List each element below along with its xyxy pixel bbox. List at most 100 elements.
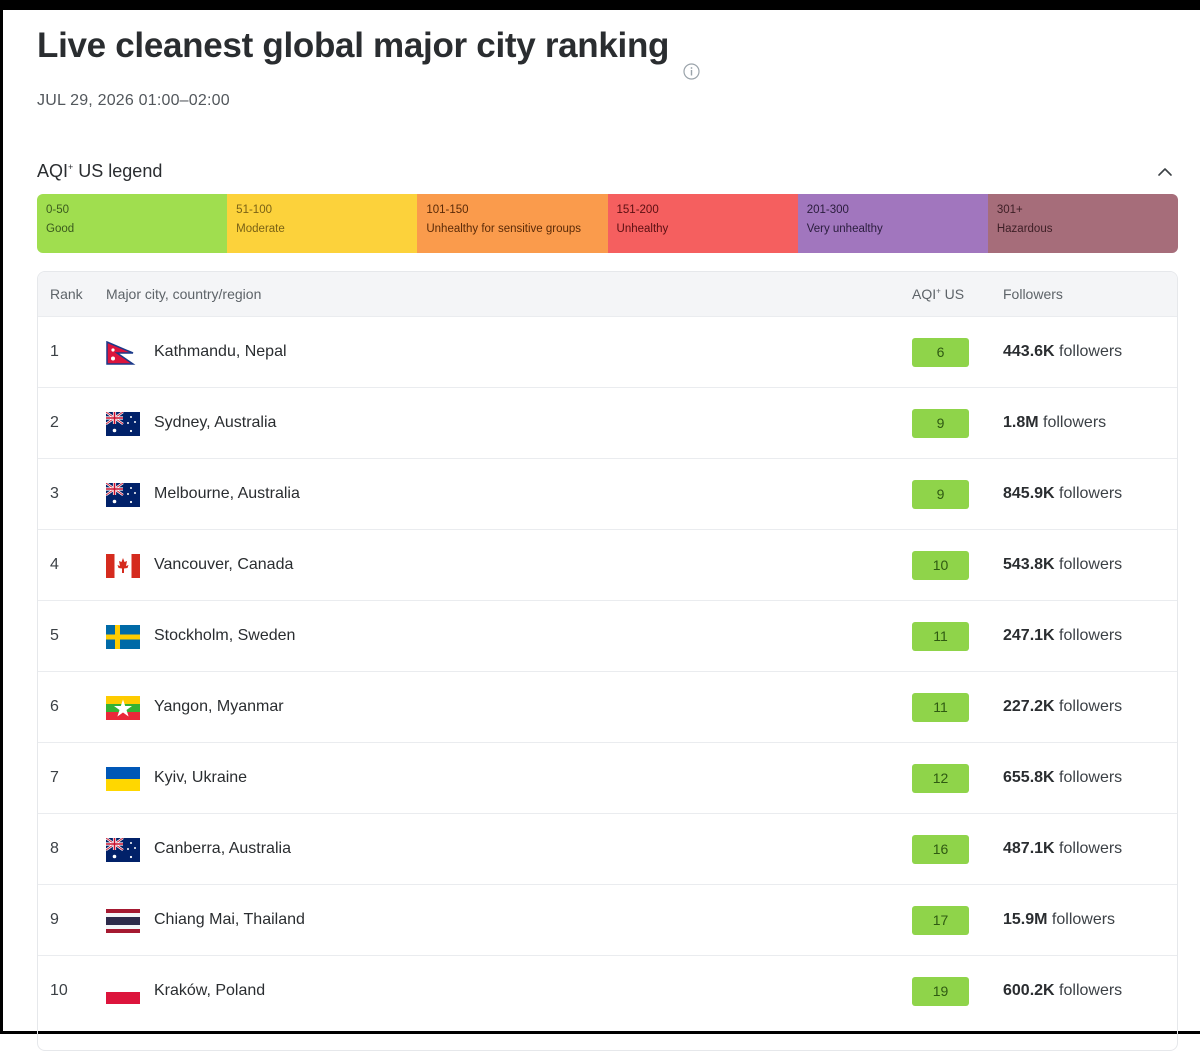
page-title: Live cleanest global major city ranking: [37, 26, 670, 65]
top-frame-edge: [0, 0, 1200, 10]
table-row[interactable]: 2 Sydney, Australia 9 1.8M followers: [38, 387, 1177, 459]
table-row[interactable]: 7 Kyiv, Ukraine 12 655.8K followers: [38, 742, 1177, 814]
followers-count: 487.1K: [1003, 840, 1055, 857]
legend-item-moderate: 51-100 Moderate: [227, 194, 418, 253]
header-followers: Followers: [1003, 286, 1063, 302]
table-row[interactable]: 10 Kraków, Poland 19 600.2K followers: [38, 955, 1177, 1027]
row-city: Sydney, Australia: [154, 414, 277, 431]
followers-suffix: followers: [1054, 556, 1123, 573]
followers-suffix: followers: [1054, 485, 1123, 502]
row-rank: 3: [50, 485, 59, 502]
sweden-flag-icon: [106, 625, 140, 649]
aqi-legend-bar: 0-50 Good 51-100 Moderate 101-150 Unhealthy…: [37, 194, 1178, 253]
table-row[interactable]: 8 Canberra, Australia 16 487.1K follower…: [38, 813, 1177, 885]
row-rank: 9: [50, 911, 59, 928]
row-city: Stockholm, Sweden: [154, 627, 296, 644]
row-rank: 2: [50, 414, 59, 431]
aqi-badge: 9: [912, 409, 969, 438]
row-city: Kraków, Poland: [154, 982, 266, 999]
table-row[interactable]: 9 Chiang Mai, Thailand 17 15.9M follower…: [38, 884, 1177, 956]
followers-count: 600.2K: [1003, 982, 1055, 999]
followers-suffix: followers: [1054, 840, 1123, 857]
row-followers: 443.6K followers: [1003, 343, 1122, 361]
row-rank: 1: [50, 343, 59, 360]
aqi-badge: 10: [912, 551, 969, 580]
myanmar-flag-icon: [106, 696, 140, 720]
row-city: Kathmandu, Nepal: [154, 343, 287, 360]
aqi-badge: 11: [912, 693, 969, 722]
row-followers: 600.2K followers: [1003, 982, 1122, 1000]
followers-suffix: followers: [1054, 698, 1123, 715]
followers-count: 227.2K: [1003, 698, 1055, 715]
row-rank: 7: [50, 769, 59, 786]
legend-range: 201-300: [806, 204, 849, 216]
header-rank: Rank: [50, 286, 83, 302]
aqi-badge: 16: [912, 835, 969, 864]
ukraine-flag-icon: [106, 767, 140, 791]
legend-label: Very unhealthy: [806, 223, 883, 235]
legend-item-unhealthy-sensitive: 101-150 Unhealthy for sensitive groups: [417, 194, 608, 253]
table-row[interactable]: 4 Vancouver, Canada 10 543.8K followers: [38, 529, 1177, 601]
row-city: Chiang Mai, Thailand: [154, 911, 305, 928]
table-row[interactable]: 6 Yangon, Myanmar 11 227.2K followers: [38, 671, 1177, 743]
chevron-up-icon[interactable]: [1156, 163, 1174, 181]
followers-suffix: followers: [1054, 343, 1123, 360]
header-aqi: AQI+ US: [912, 286, 964, 302]
row-followers: 15.9M followers: [1003, 911, 1115, 929]
canada-flag-icon: [106, 554, 140, 578]
followers-suffix: followers: [1054, 982, 1123, 999]
legend-label: Moderate: [236, 223, 285, 235]
row-city: Canberra, Australia: [154, 840, 291, 857]
row-followers: 1.8M followers: [1003, 414, 1106, 432]
info-icon[interactable]: [683, 63, 700, 80]
header-city: Major city, country/region: [106, 286, 262, 302]
followers-count: 247.1K: [1003, 627, 1055, 644]
legend-title-aqi: AQI: [37, 161, 69, 181]
legend-label: Hazardous: [996, 223, 1053, 235]
row-followers: 487.1K followers: [1003, 840, 1122, 858]
table-row[interactable]: 5 Stockholm, Sweden 11 247.1K followers: [38, 600, 1177, 672]
row-rank: 5: [50, 627, 59, 644]
australia-flag-icon: [106, 838, 140, 862]
followers-suffix: followers: [1047, 911, 1116, 928]
followers-count: 543.8K: [1003, 556, 1055, 573]
ranking-datetime: JUL 29, 2026 01:00–02:00: [37, 92, 230, 109]
thailand-flag-icon: [106, 909, 140, 933]
legend-item-very-unhealthy: 201-300 Very unhealthy: [797, 194, 988, 253]
row-rank: 8: [50, 840, 59, 857]
row-city: Vancouver, Canada: [154, 556, 294, 573]
aqi-badge: 11: [912, 622, 969, 651]
row-followers: 845.9K followers: [1003, 485, 1122, 503]
row-rank: 4: [50, 556, 59, 573]
table-header: Rank Major city, country/region AQI+ US …: [38, 272, 1177, 316]
legend-range: 0-50: [46, 204, 70, 216]
legend-range: 151-200: [616, 204, 659, 216]
aqi-badge: 19: [912, 977, 969, 1006]
legend-label: Unhealthy for sensitive groups: [426, 223, 582, 235]
legend-range: 51-100: [236, 204, 272, 216]
followers-count: 655.8K: [1003, 769, 1055, 786]
legend-title-suffix: US legend: [73, 161, 163, 181]
aqi-badge: 9: [912, 480, 969, 509]
ranking-table: Rank Major city, country/region AQI+ US …: [37, 271, 1178, 1051]
legend-item-unhealthy: 151-200 Unhealthy: [607, 194, 798, 253]
legend-label: Good: [46, 223, 75, 235]
row-followers: 247.1K followers: [1003, 627, 1122, 645]
row-city: Melbourne, Australia: [154, 485, 300, 502]
table-row[interactable]: 3 Melbourne, Australia 9 845.9K follower…: [38, 458, 1177, 530]
row-followers: 227.2K followers: [1003, 698, 1122, 716]
legend-item-good: 0-50 Good: [37, 194, 228, 253]
australia-flag-icon: [106, 483, 140, 507]
aqi-badge: 12: [912, 764, 969, 793]
legend-item-hazardous: 301+ Hazardous: [987, 194, 1178, 253]
legend-label: Unhealthy: [616, 223, 669, 235]
row-rank: 10: [50, 982, 68, 999]
followers-count: 845.9K: [1003, 485, 1055, 502]
aqi-badge: 6: [912, 338, 969, 367]
table-row[interactable]: 1 Kathmandu, Nepal 6 443.6K followers: [38, 316, 1177, 388]
header-aqi-suffix: US: [940, 286, 965, 302]
row-followers: 543.8K followers: [1003, 556, 1122, 574]
row-followers: 655.8K followers: [1003, 769, 1122, 787]
row-rank: 6: [50, 698, 59, 715]
followers-suffix: followers: [1054, 627, 1123, 644]
